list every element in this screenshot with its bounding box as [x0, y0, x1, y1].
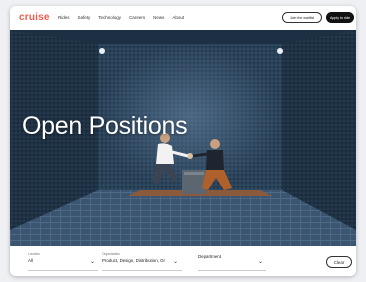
nav-link-news[interactable]: News [153, 15, 164, 20]
location-label: Location [28, 252, 41, 256]
person-right-body [206, 150, 224, 170]
department-value: Department [198, 254, 221, 259]
cruise-logo[interactable]: cruise [19, 12, 50, 23]
nav-link-safety[interactable]: Safety [78, 15, 91, 20]
clear-button[interactable]: Clear [326, 256, 352, 268]
filter-bar: Location All ⌄ Organization Product, Des… [10, 246, 356, 276]
nav-links: Rides Safety Technology Careers News Abo… [58, 15, 184, 20]
page-card: cruise Rides Safety Technology Careers N… [10, 6, 356, 276]
chevron-down-icon[interactable]: ⌄ [258, 258, 263, 265]
apply-to-ride-button[interactable]: Apply to ride [326, 12, 354, 23]
nav-link-careers[interactable]: Careers [129, 15, 145, 20]
ceiling-light [277, 48, 283, 54]
location-value: All [28, 258, 33, 263]
organization-value: Product, Design, Distribution, Gr [102, 258, 165, 263]
nav-link-about[interactable]: About [172, 15, 184, 20]
top-nav: cruise Rides Safety Technology Careers N… [10, 6, 356, 30]
department-underline [198, 270, 266, 271]
organization-underline [102, 270, 182, 271]
organization-filter[interactable]: Organization Product, Design, Distributi… [102, 252, 165, 263]
department-filter[interactable]: Department [198, 252, 221, 259]
chevron-down-icon[interactable]: ⌄ [173, 258, 178, 265]
person-left-body [156, 143, 174, 164]
nav-link-rides[interactable]: Rides [58, 15, 70, 20]
organization-label: Organization [102, 252, 121, 256]
ceiling-light [99, 48, 105, 54]
join-waitlist-button[interactable]: Join the waitlist [282, 12, 322, 23]
chevron-down-icon[interactable]: ⌄ [90, 258, 95, 265]
hero-section: Open Positions [10, 30, 356, 246]
person-right-head [210, 139, 220, 149]
page-title: Open Positions [22, 112, 188, 140]
location-filter[interactable]: Location All [28, 252, 40, 263]
nav-link-technology[interactable]: Technology [98, 15, 121, 20]
location-underline [28, 270, 98, 271]
